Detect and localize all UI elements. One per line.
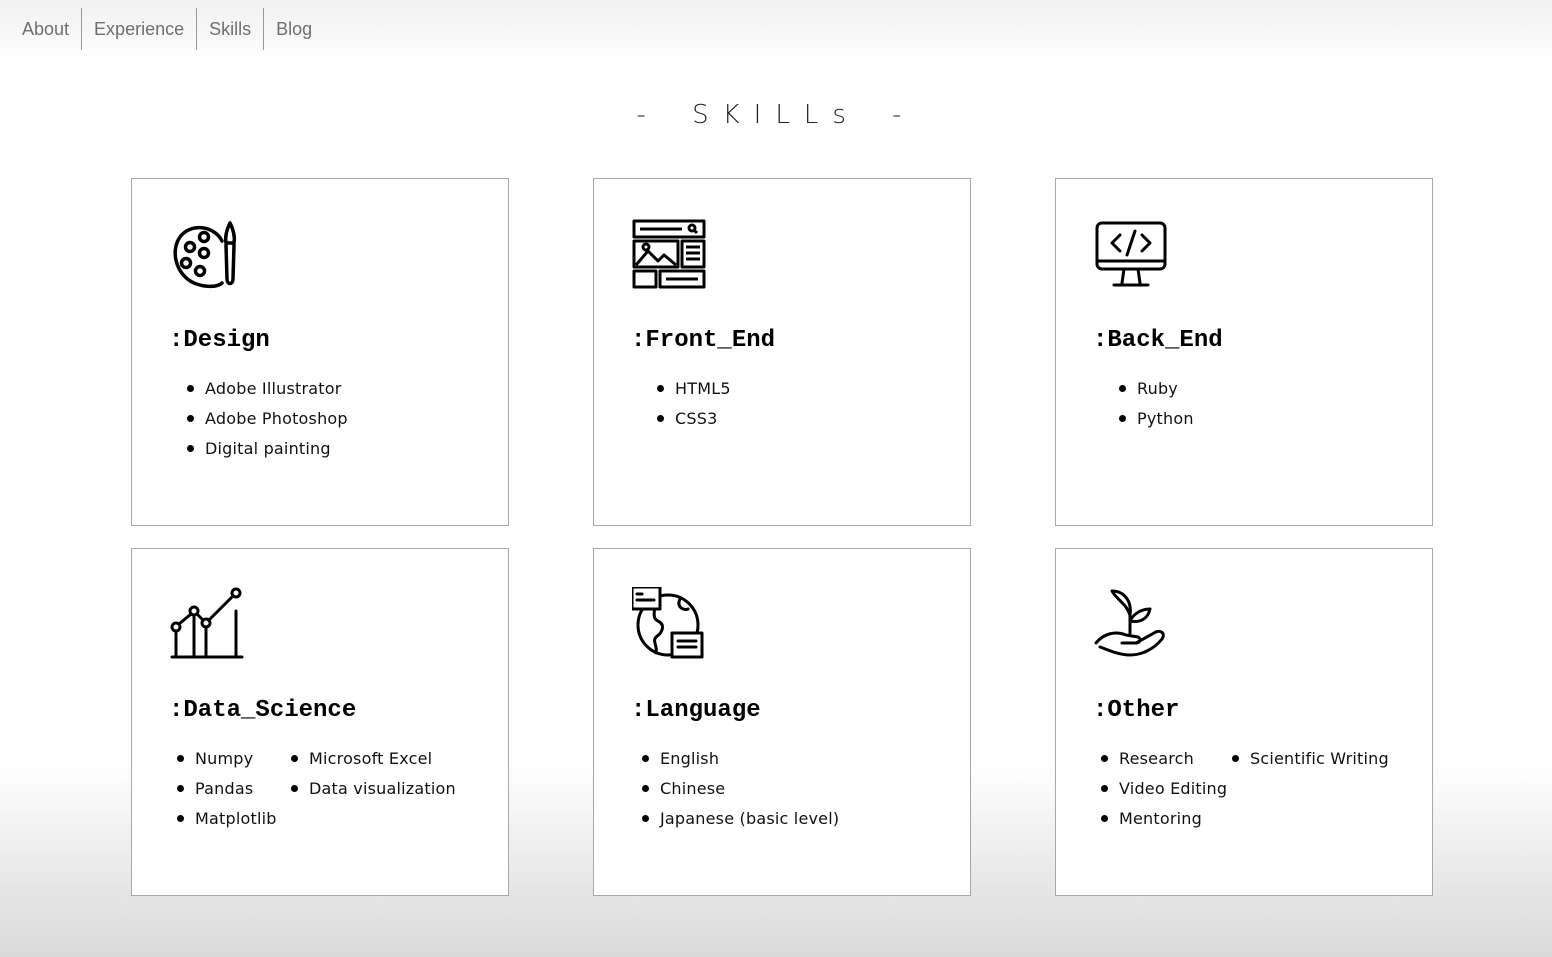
- card-title: :Data_Science: [169, 697, 357, 724]
- skill-list: HTML5 CSS3: [657, 374, 731, 434]
- skill-card-data-science: :Data_Science Numpy Pandas Matplotlib Mi…: [131, 548, 509, 896]
- section-title: - SKILLs -: [636, 100, 916, 130]
- skill-card-language: :Language English Chinese Japanese (basi…: [593, 548, 971, 896]
- skill-item: HTML5: [657, 374, 731, 404]
- skill-list: Ruby Python: [1119, 374, 1194, 434]
- nav-skills[interactable]: Skills: [197, 8, 265, 50]
- skill-item: Digital painting: [187, 434, 348, 464]
- skill-item: Matplotlib: [177, 804, 277, 834]
- skill-item: Adobe Illustrator: [187, 374, 348, 404]
- skill-item: Ruby: [1119, 374, 1194, 404]
- skill-list: English Chinese Japanese (basic level): [642, 744, 839, 834]
- skill-item: CSS3: [657, 404, 731, 434]
- nav-experience[interactable]: Experience: [82, 8, 198, 50]
- card-title: :Language: [631, 697, 761, 724]
- skill-item: English: [642, 744, 839, 774]
- skill-item: Adobe Photoshop: [187, 404, 348, 434]
- skill-card-back-end: :Back_End Ruby Python: [1055, 178, 1433, 526]
- skill-item: Mentoring: [1101, 804, 1227, 834]
- palette-icon: [170, 217, 244, 291]
- line-chart-icon: [170, 587, 244, 661]
- card-title: :Back_End: [1093, 327, 1223, 354]
- skill-card-design: :Design Adobe Illustrator Adobe Photosho…: [131, 178, 509, 526]
- skill-card-front-end: :Front_End HTML5 CSS3: [593, 178, 971, 526]
- skill-item: Scientific Writing: [1232, 744, 1389, 774]
- top-nav-bar: About Experience Skills Blog: [0, 0, 1552, 62]
- skill-list-col-1: Research Video Editing Mentoring: [1101, 744, 1227, 834]
- skill-item: Video Editing: [1101, 774, 1227, 804]
- globe-chat-icon: [630, 585, 706, 661]
- skill-card-other: :Other Research Video Editing Mentoring …: [1055, 548, 1433, 896]
- skill-item: Numpy: [177, 744, 277, 774]
- card-title: :Front_End: [631, 327, 776, 354]
- skill-item: Chinese: [642, 774, 839, 804]
- skill-list-col-2: Scientific Writing: [1232, 744, 1389, 774]
- main-nav: About Experience Skills Blog: [10, 8, 324, 50]
- skill-item: Japanese (basic level): [642, 804, 839, 834]
- skill-item: Python: [1119, 404, 1194, 434]
- hand-plant-icon: [1094, 587, 1168, 661]
- card-title: :Other: [1093, 697, 1180, 724]
- skill-item: Microsoft Excel: [291, 744, 456, 774]
- nav-about[interactable]: About: [10, 8, 83, 50]
- code-monitor-icon: [1094, 217, 1168, 291]
- skill-list-col-2: Microsoft Excel Data visualization: [291, 744, 456, 804]
- skill-item: Research: [1101, 744, 1227, 774]
- skill-item: Data visualization: [291, 774, 456, 804]
- skill-list: Adobe Illustrator Adobe Photoshop Digita…: [187, 374, 348, 464]
- card-title: :Design: [169, 327, 270, 354]
- web-layout-icon: [632, 217, 706, 291]
- skill-list-col-1: Numpy Pandas Matplotlib: [177, 744, 277, 834]
- skill-item: Pandas: [177, 774, 277, 804]
- nav-blog[interactable]: Blog: [264, 8, 324, 50]
